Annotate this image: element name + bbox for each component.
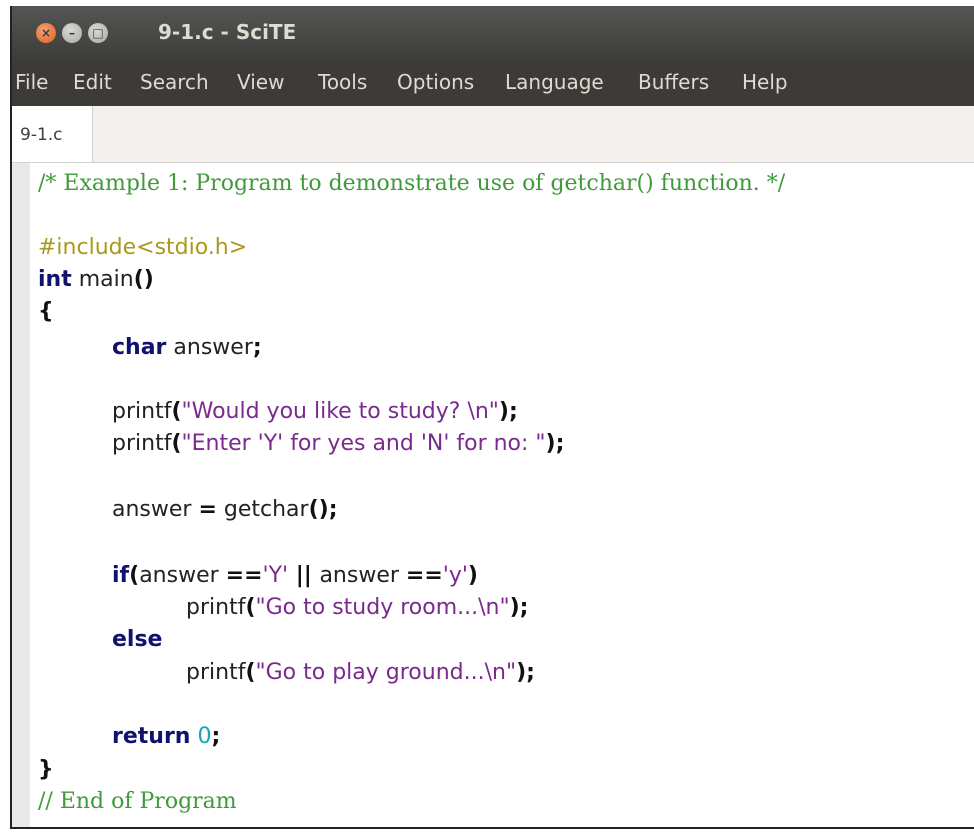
code-line-20: // End of Program — [38, 787, 237, 817]
getchar-call: getchar — [216, 497, 309, 522]
answer-identifier: answer — [166, 335, 253, 360]
window-title: 9-1.c - SciTE — [158, 20, 297, 44]
printf-call: printf — [186, 595, 246, 620]
lparen: ( — [245, 595, 256, 620]
scite-window: × – □ 9-1.c - SciTE File Edit Search Vie… — [10, 6, 974, 829]
semicolon: ; — [252, 335, 262, 360]
open-brace: { — [38, 299, 54, 324]
lparen: ( — [171, 431, 182, 456]
code-line-9: printf("Enter 'Y' for yes and 'N' for no… — [112, 429, 564, 459]
menu-buffers[interactable]: Buffers — [638, 70, 709, 94]
equality-operator: == — [405, 563, 443, 588]
title-bar[interactable]: × – □ 9-1.c - SciTE — [12, 6, 974, 60]
code-editor[interactable]: /* Example 1: Program to demonstrate use… — [30, 163, 974, 827]
close-brace: } — [38, 757, 54, 782]
paren-semicolon: (); — [308, 497, 338, 522]
or-operator: || — [288, 563, 320, 588]
printf-call: printf — [186, 660, 246, 685]
keyword-char: char — [112, 335, 167, 360]
code-line-14: printf("Go to study room...\n"); — [186, 593, 528, 623]
keyword-return: return — [112, 724, 191, 749]
code-line-5: { — [38, 297, 54, 327]
comment-header: /* Example 1: Program to demonstrate use… — [38, 171, 786, 196]
char-literal: 'y' — [442, 563, 468, 588]
menu-language[interactable]: Language — [505, 70, 604, 94]
lparen: ( — [245, 660, 256, 685]
maximize-window-button[interactable]: □ — [88, 23, 108, 43]
code-line-6: char answer; — [112, 333, 262, 363]
maximize-icon: □ — [92, 26, 104, 40]
code-line-3: #include<stdio.h> — [38, 233, 247, 263]
keyword-if: if — [112, 563, 130, 588]
include-directive: #include<stdio.h> — [38, 235, 248, 260]
string-literal: "Go to play ground...\n" — [255, 660, 517, 685]
string-literal: "Enter 'Y' for yes and 'N' for no: " — [181, 431, 546, 456]
menu-help[interactable]: Help — [742, 70, 788, 94]
rparen-semicolon: ); — [516, 660, 535, 685]
printf-call: printf — [112, 431, 172, 456]
answer-identifier: answer — [319, 563, 406, 588]
code-line-11: answer = getchar(); — [112, 495, 338, 525]
rparen-semicolon: ); — [509, 595, 529, 620]
margin-gutter[interactable] — [12, 163, 30, 827]
code-line-18: return 0; — [112, 722, 220, 752]
rparen-semicolon: ); — [498, 399, 518, 424]
code-line-13: if(answer =='Y' || answer =='y') — [112, 561, 478, 591]
code-line-1: /* Example 1: Program to demonstrate use… — [38, 169, 785, 199]
comment-footer: // End of Program — [38, 789, 237, 814]
keyword-int: int — [38, 267, 72, 292]
menu-view[interactable]: View — [237, 70, 284, 94]
lparen: ( — [129, 563, 140, 588]
rparen: ) — [467, 563, 478, 588]
menu-bar: File Edit Search View Tools Options Lang… — [12, 60, 974, 106]
menu-tools[interactable]: Tools — [318, 70, 367, 94]
semicolon: ; — [211, 724, 221, 749]
close-icon: × — [40, 26, 52, 40]
close-window-button[interactable]: × — [36, 23, 56, 43]
menu-options[interactable]: Options — [397, 70, 474, 94]
tab-label: 9-1.c — [20, 125, 63, 145]
minimize-icon: – — [69, 26, 75, 40]
lparen: ( — [171, 399, 182, 424]
code-line-16: printf("Go to play ground...\n"); — [186, 658, 535, 688]
tab-9-1-c[interactable]: 9-1.c — [12, 106, 93, 162]
printf-call: printf — [112, 399, 172, 424]
main-identifier: main — [71, 267, 134, 292]
rparen-semicolon: ); — [545, 431, 565, 456]
string-literal: "Would you like to study? \n" — [181, 399, 499, 424]
assign-operator: = — [198, 497, 217, 522]
code-line-4: int main() — [38, 265, 154, 295]
menu-search[interactable]: Search — [140, 70, 209, 94]
code-line-19: } — [38, 755, 54, 785]
tab-bar: 9-1.c — [12, 106, 974, 163]
menu-edit[interactable]: Edit — [73, 70, 112, 94]
code-line-15: else — [112, 625, 162, 655]
string-literal: "Go to study room...\n" — [255, 595, 510, 620]
char-literal: 'Y' — [262, 563, 289, 588]
keyword-else: else — [112, 627, 163, 652]
answer-identifier: answer — [112, 497, 199, 522]
number-literal: 0 — [190, 724, 212, 749]
code-line-8: printf("Would you like to study? \n"); — [112, 397, 518, 427]
equality-operator: == — [225, 563, 263, 588]
main-parens: () — [133, 267, 154, 292]
menu-file[interactable]: File — [15, 70, 48, 94]
answer-identifier: answer — [139, 563, 226, 588]
minimize-window-button[interactable]: – — [62, 23, 82, 43]
